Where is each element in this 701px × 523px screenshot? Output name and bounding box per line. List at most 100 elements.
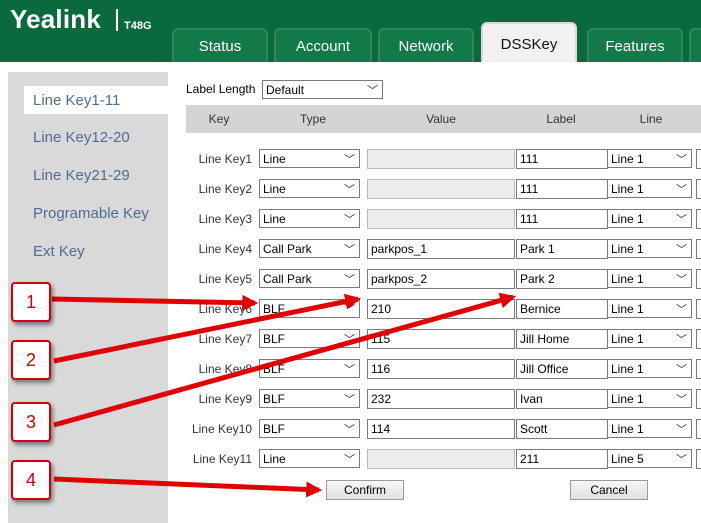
row-extra-field[interactable] [696,209,701,229]
chevron-down-icon: ﹀ [344,424,355,436]
row-value-input[interactable]: 115 [367,329,515,349]
row-extra-field[interactable] [696,419,701,439]
row-type-select[interactable]: BLF ﹀ [259,299,360,318]
row-line-value: Line 1 [611,151,644,166]
row-line-select[interactable]: Line 1 ﹀ [607,359,692,378]
row-extra-field[interactable] [696,389,701,409]
row-type-value: BLF [263,391,286,406]
chevron-down-icon: ﹀ [676,214,687,226]
row-type-select[interactable]: BLF ﹀ [259,389,360,408]
row-value-input[interactable] [367,209,515,229]
row-label-input[interactable]: Jill Office [516,359,608,379]
confirm-button[interactable]: Confirm [326,480,404,500]
label-length-select[interactable]: Default ﹀ [262,80,383,99]
sidebar-item-line-key-21-29[interactable]: Line Key21-29 [8,161,168,189]
sidebar-item-ext-key[interactable]: Ext Key [8,237,168,265]
row-key-label: Line Key3 [198,212,252,226]
row-line-select[interactable]: Line 1 ﹀ [607,149,692,168]
row-line-select[interactable]: Line 1 ﹀ [607,209,692,228]
row-label-input[interactable]: Bernice [516,299,608,319]
row-line-select[interactable]: Line 1 ﹀ [607,179,692,198]
annotation-badge-1: 1 [11,282,51,322]
tab-network[interactable]: Network [378,28,474,62]
row-line-select[interactable]: Line 1 ﹀ [607,299,692,318]
chevron-down-icon: ﹀ [344,334,355,346]
row-type-value: BLF [263,301,286,316]
row-value-input[interactable]: parkpos_2 [367,269,515,289]
row-label-input[interactable]: Park 1 [516,239,608,259]
row-type-select[interactable]: Line ﹀ [259,149,360,168]
sidebar-item-line-key-12-20[interactable]: Line Key12-20 [8,123,168,151]
row-extra-field[interactable] [696,329,701,349]
row-value-input[interactable]: 114 [367,419,515,439]
row-extra-field[interactable] [696,449,701,469]
chevron-down-icon: ﹀ [676,424,687,436]
row-label-input[interactable]: 111 [516,149,608,169]
chevron-down-icon: ﹀ [344,304,355,316]
row-type-select[interactable]: Call Park ﹀ [259,239,360,258]
row-label-input[interactable]: Park 2 [516,269,608,289]
row-line-select[interactable]: Line 1 ﹀ [607,269,692,288]
column-header-line: Line [639,112,663,126]
tab-more[interactable] [689,28,701,62]
dsskey-panel: Label Length Default ﹀ Key Type Value La… [180,72,701,523]
row-type-select[interactable]: Line ﹀ [259,209,360,228]
row-key-label: Line Key11 [192,452,252,466]
row-value-input[interactable]: 210 [367,299,515,319]
row-type-select[interactable]: Call Park ﹀ [259,269,360,288]
row-line-select[interactable]: Line 1 ﹀ [607,329,692,348]
row-line-value: Line 1 [611,211,644,226]
logo-divider [116,9,118,31]
column-header-type: Type [299,112,326,126]
row-extra-field[interactable] [696,359,701,379]
row-type-select[interactable]: BLF ﹀ [259,419,360,438]
row-label-input[interactable]: Ivan [516,389,608,409]
cancel-button[interactable]: Cancel [570,480,648,500]
row-value-input[interactable] [367,149,515,169]
row-key-label: Line Key7 [198,332,252,346]
row-line-select[interactable]: Line 5 ﹀ [607,449,692,468]
sidebar-item-line-key-1-11[interactable]: Line Key1-11 [24,86,174,114]
label-length-value: Default [266,82,305,97]
row-line-value: Line 1 [611,301,644,316]
row-line-value: Line 1 [611,181,644,196]
chevron-down-icon: ﹀ [676,274,687,286]
tab-features[interactable]: Features [587,28,683,62]
row-line-select[interactable]: Line 1 ﹀ [607,419,692,438]
row-extra-field[interactable] [696,299,701,319]
row-value-input[interactable]: 116 [367,359,515,379]
row-value-input[interactable]: parkpos_1 [367,239,515,259]
row-type-select[interactable]: BLF ﹀ [259,329,360,348]
chevron-down-icon: ﹀ [676,454,687,466]
row-label-input[interactable]: 211 [516,449,608,469]
row-key-label: Line Key10 [191,422,252,436]
chevron-down-icon: ﹀ [344,364,355,376]
tab-status[interactable]: Status [172,28,268,62]
row-type-value: Call Park [263,241,312,256]
row-extra-field[interactable] [696,239,701,259]
row-label-input[interactable]: Jill Home [516,329,608,349]
row-value-input[interactable] [367,449,515,469]
row-type-select[interactable]: Line ﹀ [259,179,360,198]
row-type-value: Line [263,451,286,466]
sidebar-item-programable-key[interactable]: Programable Key [8,199,168,227]
row-extra-field[interactable] [696,269,701,289]
row-extra-field[interactable] [696,179,701,199]
tab-account[interactable]: Account [274,28,372,62]
row-value-input[interactable]: 232 [367,389,515,409]
row-label-input[interactable]: 111 [516,179,608,199]
row-extra-field[interactable] [696,149,701,169]
row-label-input[interactable]: Scott [516,419,608,439]
row-type-select[interactable]: Line ﹀ [259,449,360,468]
row-type-select[interactable]: BLF ﹀ [259,359,360,378]
chevron-down-icon: ﹀ [676,244,687,256]
chevron-down-icon: ﹀ [344,394,355,406]
annotation-badge-3: 3 [11,402,51,442]
tab-dsskey[interactable]: DSSKey [481,22,577,64]
row-label-input[interactable]: 111 [516,209,608,229]
row-value-input[interactable] [367,179,515,199]
row-line-select[interactable]: Line 1 ﹀ [607,389,692,408]
row-type-value: BLF [263,331,286,346]
row-line-value: Line 1 [611,421,644,436]
row-line-select[interactable]: Line 1 ﹀ [607,239,692,258]
